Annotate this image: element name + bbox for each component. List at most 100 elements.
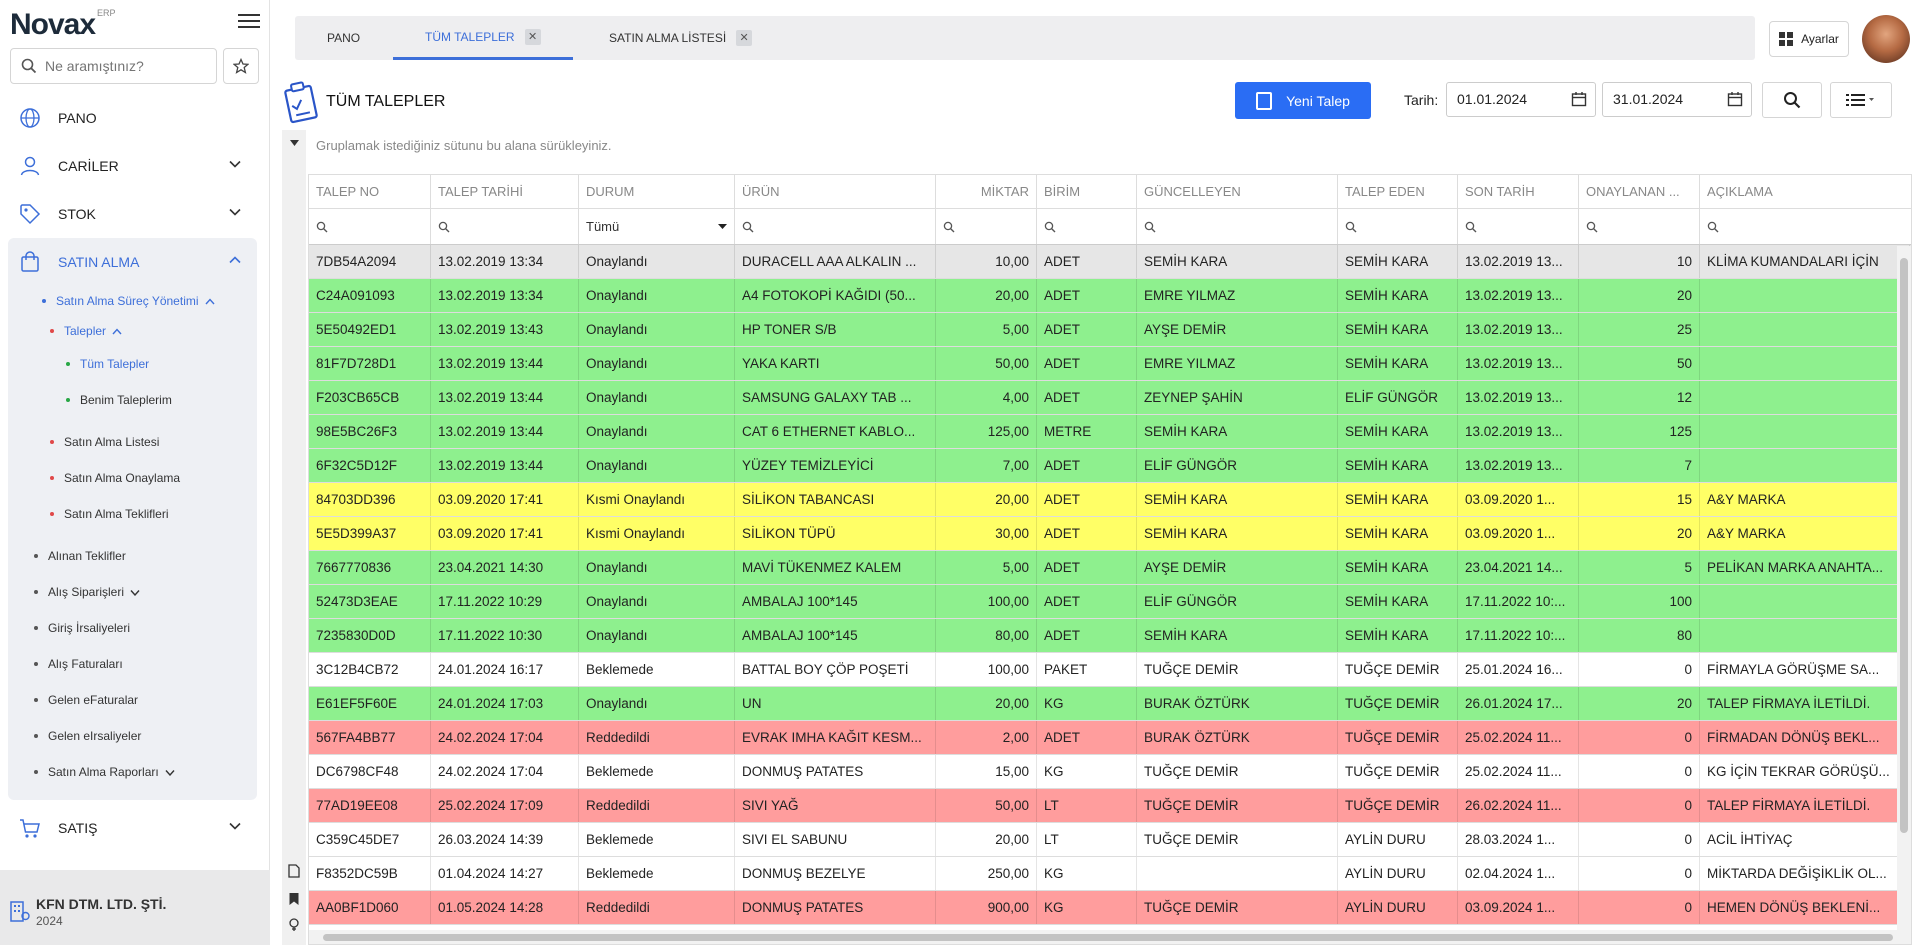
settings-button[interactable]: Ayarlar: [1769, 21, 1849, 57]
sidebar-item-stok[interactable]: STOK: [0, 190, 265, 238]
table-cell: A4 FOTOKOPİ KAĞIDI (50...: [735, 279, 936, 312]
sidebar-sub-giris-irsaliyeleri[interactable]: Giriş İrsaliyeleri: [8, 610, 257, 646]
column-filter[interactable]: [1458, 209, 1579, 244]
column-filter[interactable]: [735, 209, 936, 244]
column-filter[interactable]: [1338, 209, 1458, 244]
sidebar-sub-satin-alma-onaylama[interactable]: Satın Alma Onaylama: [8, 460, 257, 496]
table-cell: 5E5D399A37: [309, 517, 431, 550]
sidebar-sub-benim-taleplerim[interactable]: Benim Taleplerim: [8, 382, 257, 418]
column-header[interactable]: TALEP NO: [309, 175, 431, 208]
table-row[interactable]: 81F7D728D1 13.02.2019 13:44 Onaylandı YAKA …: [309, 347, 1911, 381]
table-row[interactable]: 52473D3EAE 17.11.2022 10:29 Onaylandı AMBAL…: [309, 585, 1911, 619]
search-button[interactable]: [1762, 82, 1822, 118]
chevron-down-icon[interactable]: [290, 140, 299, 146]
grid-filter-row: Tümü: [309, 209, 1911, 245]
column-header[interactable]: ÜRÜN: [735, 175, 936, 208]
avatar[interactable]: [1862, 15, 1910, 63]
column-header[interactable]: SON TARİH: [1458, 175, 1579, 208]
column-header[interactable]: AÇIKLAMA: [1700, 175, 1910, 208]
menu-toggle-icon[interactable]: [238, 14, 260, 32]
column-filter[interactable]: [1037, 209, 1137, 244]
sidebar-sub-alinan-teklifler[interactable]: Alınan Teklifler: [8, 538, 257, 574]
company-switcher[interactable]: KFN DTM. LTD. ŞTİ. 2024: [0, 870, 270, 945]
column-header[interactable]: BİRİM: [1037, 175, 1137, 208]
horizontal-scrollbar[interactable]: [309, 930, 1911, 944]
table-row[interactable]: F203CB65CB 13.02.2019 13:44 Onaylandı SAMSU…: [309, 381, 1911, 415]
tab-tum-talepler[interactable]: TÜM TALEPLER ✕: [393, 16, 573, 60]
table-row[interactable]: 84703DD396 03.09.2020 17:41 Kısmi Onayland…: [309, 483, 1911, 517]
table-row[interactable]: 567FA4BB77 24.02.2024 17:04 Reddedildi EVRA…: [309, 721, 1911, 755]
column-filter[interactable]: [1137, 209, 1338, 244]
lightbulb-icon[interactable]: [288, 918, 300, 932]
sidebar-sub-satin-alma-teklifleri[interactable]: Satın Alma Teklifleri: [8, 496, 257, 532]
table-cell: 0: [1579, 721, 1700, 754]
calendar-icon[interactable]: [1571, 91, 1587, 107]
column-filter[interactable]: [1579, 209, 1700, 244]
column-header[interactable]: DURUM: [579, 175, 735, 208]
table-cell: 03.09.2020 1...: [1458, 517, 1579, 550]
column-header[interactable]: TALEP EDEN: [1338, 175, 1458, 208]
page-title: TÜM TALEPLER: [326, 93, 446, 110]
close-icon[interactable]: ✕: [736, 30, 753, 46]
calendar-icon[interactable]: [1727, 91, 1743, 107]
table-row[interactable]: 7235830D0D 17.11.2022 10:30 Onaylandı AMBAL…: [309, 619, 1911, 653]
column-filter[interactable]: [1700, 209, 1910, 244]
table-row[interactable]: 98E5BC26F3 13.02.2019 13:44 Onaylandı CAT 6…: [309, 415, 1911, 449]
bookmark-icon[interactable]: [288, 892, 300, 906]
column-header[interactable]: ONAYLANAN ...: [1579, 175, 1700, 208]
tab-pano[interactable]: PANO: [327, 16, 360, 60]
table-row[interactable]: DC6798CF48 24.02.2024 17:04 Beklemede DONMU…: [309, 755, 1911, 789]
column-header[interactable]: TALEP TARİHİ: [431, 175, 579, 208]
column-header[interactable]: MİKTAR: [936, 175, 1037, 208]
table-row[interactable]: C359C45DE7 26.03.2024 14:39 Beklemede SIVI …: [309, 823, 1911, 857]
table-row[interactable]: 7667770836 23.04.2021 14:30 Onaylandı MAVİ …: [309, 551, 1911, 585]
sidebar-sub-surec-yonetimi[interactable]: Satın Alma Süreç Yönetimi: [8, 286, 257, 316]
date-from-input[interactable]: 01.01.2024: [1446, 82, 1596, 117]
table-cell: MİKTARDA DEĞİŞİKLİK OL...: [1700, 857, 1910, 890]
column-filter[interactable]: [309, 209, 431, 244]
sidebar-item-satin-alma[interactable]: SATIN ALMA: [8, 238, 257, 286]
table-cell: 7DB54A2094: [309, 245, 431, 278]
sidebar-search-input[interactable]: [45, 49, 205, 83]
group-panel-toggle[interactable]: [282, 130, 306, 945]
document-icon[interactable]: [288, 864, 300, 878]
close-icon[interactable]: ✕: [524, 28, 541, 45]
column-filter[interactable]: Tümü: [579, 209, 735, 244]
date-to-input[interactable]: 31.01.2024: [1602, 82, 1752, 117]
table-row[interactable]: C24A091093 13.02.2019 13:34 Onaylandı A4 FO…: [309, 279, 1911, 313]
table-row[interactable]: 5E50492ED1 13.02.2019 13:43 Onaylandı HP TO…: [309, 313, 1911, 347]
table-row[interactable]: 5E5D399A37 03.09.2020 17:41 Kısmi Onayland…: [309, 517, 1911, 551]
sidebar-item-pano[interactable]: PANO: [0, 94, 265, 142]
table-row[interactable]: 6F32C5D12F 13.02.2019 13:44 Onaylandı YÜZEY…: [309, 449, 1911, 483]
sidebar-sub-tum-talepler[interactable]: Tüm Talepler: [8, 346, 257, 382]
sidebar-item-cariler[interactable]: CARİLER: [0, 142, 265, 190]
table-cell: Onaylandı: [579, 381, 735, 414]
sidebar-sub-gelen-eirsaliyeler[interactable]: Gelen eIrsaliyeler: [8, 718, 257, 754]
table-cell: 3C12B4CB72: [309, 653, 431, 686]
table-row[interactable]: AA0BF1D060 01.05.2024 14:28 Reddedildi DONM…: [309, 891, 1911, 925]
table-row[interactable]: F8352DC59B 01.04.2024 14:27 Beklemede DONMU…: [309, 857, 1911, 891]
vertical-scrollbar[interactable]: [1897, 246, 1911, 944]
favorites-button[interactable]: [223, 48, 259, 84]
table-row[interactable]: 3C12B4CB72 24.01.2024 16:17 Beklemede BATTA…: [309, 653, 1911, 687]
new-request-button[interactable]: Yeni Talep: [1235, 82, 1371, 119]
sidebar-sub-satin-alma-listesi[interactable]: Satın Alma Listesi: [8, 424, 257, 460]
tab-satin-alma-listesi[interactable]: SATIN ALMA LİSTESİ ✕: [609, 16, 753, 60]
column-header[interactable]: GÜNCELLEYEN: [1137, 175, 1338, 208]
sidebar-sub-alis-faturalari[interactable]: Alış Faturaları: [8, 646, 257, 682]
table-row[interactable]: 77AD19EE08 25.02.2024 17:09 Reddedildi SIVI…: [309, 789, 1911, 823]
sidebar-sub-gelen-efaturalar[interactable]: Gelen eFaturalar: [8, 682, 257, 718]
app-logo[interactable]: Novax ERP: [10, 8, 116, 42]
table-cell: 50: [1579, 347, 1700, 380]
sidebar-sub-alis-siparisleri[interactable]: Alış Siparişleri: [8, 574, 257, 610]
list-options-button[interactable]: [1830, 82, 1892, 118]
sidebar-sub-satin-alma-raporlari[interactable]: Satın Alma Raporları: [8, 754, 257, 790]
column-filter[interactable]: [431, 209, 579, 244]
status-filter-select[interactable]: Tümü: [586, 219, 727, 234]
sidebar-item-satis[interactable]: SATIŞ: [0, 804, 265, 852]
table-cell: 24.01.2024 17:03: [431, 687, 579, 720]
sidebar-sub-talepler[interactable]: Talepler: [8, 316, 257, 346]
table-row[interactable]: E61EF5F60E 24.01.2024 17:03 Onaylandı UN 20,…: [309, 687, 1911, 721]
column-filter[interactable]: [936, 209, 1037, 244]
table-row[interactable]: 7DB54A2094 13.02.2019 13:34 Onaylandı DURAC…: [309, 245, 1911, 279]
